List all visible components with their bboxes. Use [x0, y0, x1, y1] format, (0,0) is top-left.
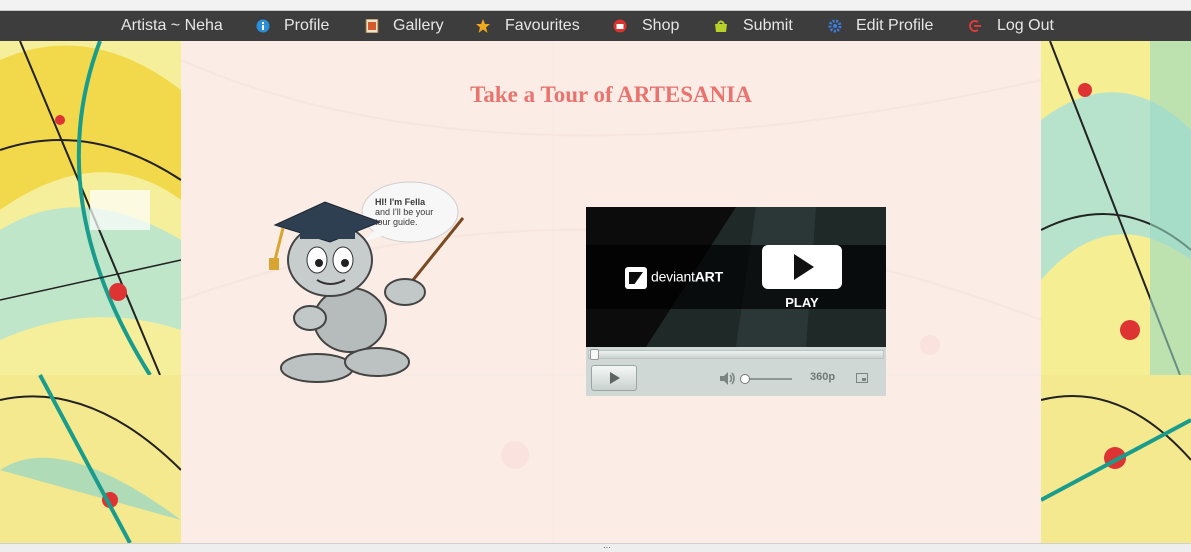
volume-handle[interactable]: [740, 374, 750, 384]
bubble-line: HI! I'm Fella: [375, 197, 426, 207]
play-button[interactable]: [762, 245, 842, 289]
video-frame[interactable]: deviantART PLAY: [586, 207, 886, 347]
volume-slider[interactable]: [744, 378, 792, 380]
top-border: [0, 0, 1191, 10]
quality-selector[interactable]: 360p: [810, 371, 835, 383]
star-icon: [476, 19, 490, 33]
gear-icon: [828, 19, 842, 33]
nav-item-label: Submit: [743, 17, 793, 34]
nav-item-label: Log Out: [997, 17, 1054, 34]
video-player: deviantART PLAY 360p: [586, 207, 886, 396]
control-play-button[interactable]: [591, 365, 637, 391]
bubble-line: tour guide.: [375, 217, 418, 227]
nav-item-label: Edit Profile: [856, 17, 934, 34]
speech-bubble: HI! I'm Fella and I'll be your tour guid…: [375, 197, 455, 227]
gallery-icon: [365, 19, 379, 33]
nav-item-label: Shop: [642, 17, 680, 34]
volume-icon[interactable]: [720, 372, 736, 385]
seek-bar[interactable]: [588, 350, 884, 359]
nav-item-label: Profile: [284, 17, 330, 34]
top-navigation: Artista ~ Neha Profile Gallery Favourite…: [0, 10, 1191, 41]
fullscreen-icon[interactable]: [856, 373, 868, 383]
page-title: Take a Tour of ARTESANIA: [470, 82, 752, 107]
info-icon: [256, 19, 270, 33]
logout-icon: [969, 20, 981, 32]
shop-icon: [613, 19, 627, 33]
seek-handle[interactable]: [590, 349, 599, 360]
deviantart-icon: [625, 267, 647, 289]
bubble-line: and I'll be your: [375, 207, 434, 217]
nav-item-label: Artista ~ Neha: [121, 17, 223, 34]
deviantart-logo: deviantART: [625, 267, 723, 291]
submit-icon: [715, 20, 727, 32]
play-label: PLAY: [785, 295, 819, 310]
nav-item-label: Gallery: [393, 17, 444, 34]
brand-text-light: deviant: [651, 268, 695, 285]
brand-text-bold: ART: [694, 268, 723, 285]
nav-item-label: Favourites: [505, 17, 580, 34]
